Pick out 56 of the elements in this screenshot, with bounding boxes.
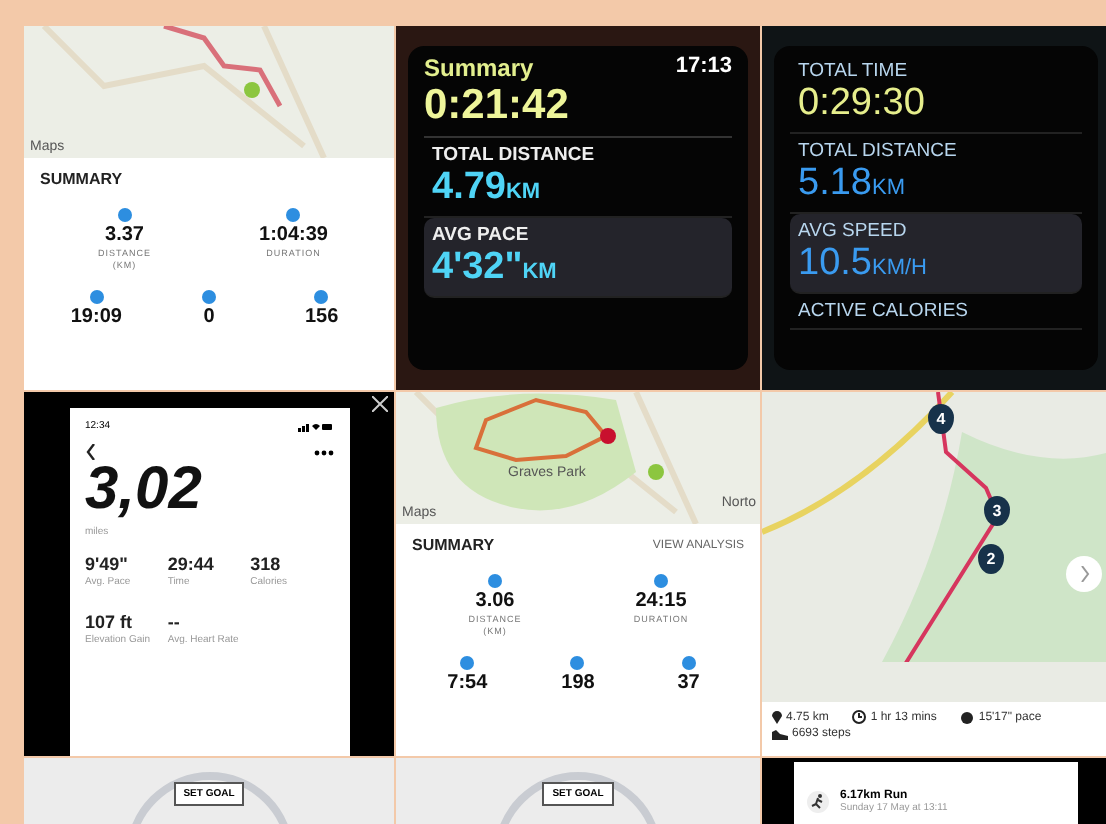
back-icon[interactable] <box>85 444 95 460</box>
stat-value: 7:54 <box>447 672 488 694</box>
shoe-icon <box>772 729 788 739</box>
summary-title: SUMMARY <box>412 536 495 554</box>
stat-value: 3.37 <box>105 224 144 246</box>
stat-value: 19:09 <box>70 306 122 328</box>
stat-value: 198 <box>561 672 595 694</box>
more-icon[interactable] <box>313 449 333 455</box>
distance-value: 3,02 <box>85 460 204 520</box>
start-marker <box>244 82 260 98</box>
metric-label: TOTAL DISTANCE <box>432 144 597 166</box>
clock-icon <box>852 710 867 724</box>
stat-icon <box>681 656 696 670</box>
metric-value: 4.79KM <box>432 166 543 210</box>
stat-icon <box>117 208 132 222</box>
status-icons <box>297 421 333 431</box>
metric-value: 0:29:30 <box>798 82 927 126</box>
stat-icon <box>201 290 216 304</box>
stat-icon <box>654 574 668 588</box>
metric-label: ACTIVE CALORIES <box>798 300 970 322</box>
stat-icon <box>460 656 475 670</box>
stat-value: 3.06 <box>475 590 515 612</box>
metric-label: AVG SPEED <box>798 220 909 242</box>
stat-value: 9'49" <box>85 554 130 574</box>
stat-icon <box>570 656 585 670</box>
stat-value: -- <box>167 612 182 632</box>
metric-value: 4'32"KM <box>432 246 559 290</box>
metric-label: AVG PACE <box>432 224 531 246</box>
chevron-right-icon <box>1079 566 1089 582</box>
runner-icon <box>806 790 830 814</box>
stat-icon <box>286 208 301 222</box>
metric-value: 5.18KM <box>798 162 907 206</box>
stat-icon <box>314 290 329 304</box>
elapsed-time: 0:21:42 <box>424 82 732 138</box>
end-marker <box>600 428 616 444</box>
stat-icon <box>488 574 502 588</box>
stat-value: 318 <box>250 554 283 574</box>
stat-value: 24:15 <box>635 590 687 612</box>
stat-value: 0 <box>203 306 215 328</box>
route-line <box>163 26 283 108</box>
stat-value: 107 ft <box>85 612 135 632</box>
summary-title: SUMMARY <box>40 170 123 188</box>
start-marker <box>648 464 664 480</box>
stat-value: 29:44 <box>167 554 216 574</box>
watch-time: 17:13 <box>675 54 732 82</box>
stat-icon <box>89 290 104 304</box>
map-marker: 4 <box>928 404 954 434</box>
stat-value: 1:04:39 <box>259 224 328 246</box>
metric-value: 10.5KM/H <box>798 242 929 286</box>
close-icon[interactable] <box>372 396 388 412</box>
stat-value: 37 <box>677 672 700 694</box>
stat-value: 156 <box>304 306 339 328</box>
watch-title: Summary <box>424 54 534 82</box>
metric-label: TOTAL DISTANCE <box>798 140 959 162</box>
pin-icon <box>772 710 782 724</box>
metric-label: TOTAL TIME <box>798 60 910 82</box>
